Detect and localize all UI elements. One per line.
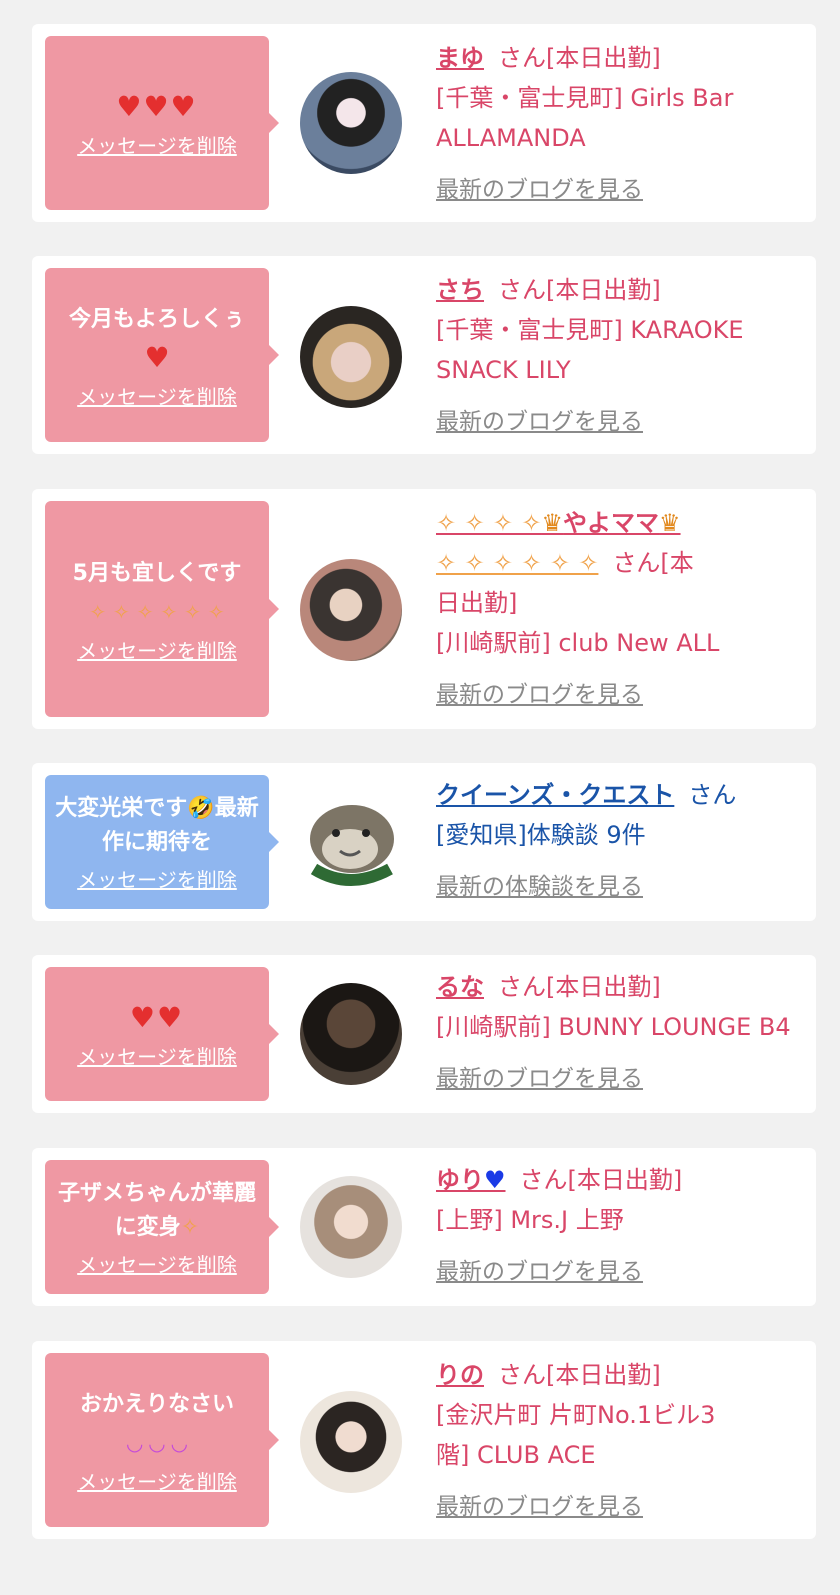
status-text: さん[本日出勤] xyxy=(519,1166,683,1194)
avatar[interactable] xyxy=(300,306,402,408)
status-text: さん[本日出勤] xyxy=(498,276,661,304)
cast-name-link[interactable]: ゆり♥ xyxy=(436,1166,506,1194)
latest-blog-link[interactable]: 最新のブログを見る xyxy=(436,402,643,436)
delete-message-button[interactable]: メッセージを削除 xyxy=(77,1041,237,1070)
profile-info: るな さん[本日出勤] [川崎駅前] BUNNY LOUNGE B4 最新のブログ… xyxy=(436,967,806,1093)
profile-info: ゆり♥ さん[本日出勤] [上野] Mrs.J 上野 最新のブログを見る xyxy=(436,1160,806,1286)
message-text: 大変光栄です🤣最新作に期待を xyxy=(55,795,259,855)
message-bubble: 子ザメちゃんが華麗に変身✧ メッセージを削除 xyxy=(45,1160,279,1294)
blue-heart-icon: ♥ xyxy=(484,1166,506,1194)
heart-icon: ♥ xyxy=(144,340,170,374)
crown-icon: ♛ xyxy=(541,509,564,537)
delete-message-button[interactable]: メッセージを削除 xyxy=(77,864,237,893)
latest-blog-link[interactable]: 最新のブログを見る xyxy=(436,1252,643,1286)
message-bubble: ♥♥ メッセージを削除 xyxy=(45,967,279,1101)
shop-location: [川崎駅前] BUNNY LOUNGE B4 xyxy=(436,1013,791,1041)
delete-message-button[interactable]: メッセージを削除 xyxy=(77,130,237,159)
message-card: 大変光栄です🤣最新作に期待を メッセージを削除 クイーンズ・クエスト さん [愛知… xyxy=(32,763,816,921)
profile-info: ✧ ✧ ✧ ✧♛やよママ♛ ✧ ✧ ✧ ✧ ✧ ✧ さん[本 日出勤] [川崎駅前… xyxy=(436,503,806,709)
message-text: 今月もよろしくぅ xyxy=(68,306,245,332)
avatar[interactable] xyxy=(300,983,402,1085)
crown-icon: ♛ xyxy=(659,509,681,537)
delete-message-button[interactable]: メッセージを削除 xyxy=(77,381,237,410)
message-text: 5月も宜しくです xyxy=(72,560,242,586)
status-text: さん[本日出勤] xyxy=(498,1361,661,1389)
shop-location: [千葉・富士見町] Girls Bar xyxy=(436,84,734,112)
message-bubble: ♥♥♥ メッセージを削除 xyxy=(45,36,279,210)
sparkle-icons: ✧ ✧ ✧ ✧ ✧ ✧ xyxy=(89,599,225,624)
shop-name: SNACK LILY xyxy=(436,356,571,384)
message-card: ♥♥♥ メッセージを削除 まゆ さん[本日出勤] [千葉・富士見町] Girls … xyxy=(32,24,816,222)
sparkle-icon: ✧ xyxy=(180,1214,200,1240)
heart-icons: ♥♥ xyxy=(129,1000,185,1034)
delete-message-button[interactable]: メッセージを削除 xyxy=(77,1249,237,1278)
shop-name: 階] CLUB ACE xyxy=(436,1441,596,1469)
profile-info: さち さん[本日出勤] [千葉・富士見町] KARAOKE SNACK LILY … xyxy=(436,270,806,436)
message-bubble: 大変光栄です🤣最新作に期待を メッセージを削除 xyxy=(45,775,279,909)
message-text: 子ザメちゃんが華麗に変身✧ xyxy=(53,1177,261,1245)
message-card: 5月も宜しくです ✧ ✧ ✧ ✧ ✧ ✧ メッセージを削除 ✧ ✧ ✧ ✧♛やよ… xyxy=(32,489,816,729)
latest-blog-link[interactable]: 最新のブログを見る xyxy=(436,1059,643,1093)
profile-info: まゆ さん[本日出勤] [千葉・富士見町] Girls Bar ALLAMANDA… xyxy=(436,38,806,204)
message-card: おかえりなさい ◡ ◡ ◡ メッセージを削除 りの さん[本日出勤] [金沢片町 … xyxy=(32,1341,816,1539)
shop-location: [金沢片町 片町No.1ビル3 xyxy=(436,1401,716,1429)
message-bubble: おかえりなさい ◡ ◡ ◡ メッセージを削除 xyxy=(45,1353,279,1527)
latest-blog-link[interactable]: 最新のブログを見る xyxy=(436,675,643,709)
message-bubble: 今月もよろしくぅ ♥ メッセージを削除 xyxy=(45,268,279,442)
status-text-cont: 日出勤] xyxy=(436,589,518,617)
profile-info: りの さん[本日出勤] [金沢片町 片町No.1ビル3 階] CLUB ACE 最… xyxy=(436,1355,806,1521)
cast-name-link[interactable]: ✧ ✧ ✧ ✧♛やよママ♛ xyxy=(436,509,681,537)
status-text: さん xyxy=(688,781,737,809)
avatar[interactable] xyxy=(300,559,402,661)
delete-message-button[interactable]: メッセージを削除 xyxy=(77,635,237,664)
status-text: さん[本 xyxy=(612,549,694,577)
shop-location: [愛知県]体験談 9件 xyxy=(436,821,646,849)
cast-name-link[interactable]: さち xyxy=(436,276,484,304)
avatar[interactable] xyxy=(300,791,402,893)
message-list: ♥♥♥ メッセージを削除 まゆ さん[本日出勤] [千葉・富士見町] Girls … xyxy=(0,0,840,1595)
message-card: 子ザメちゃんが華麗に変身✧ メッセージを削除 ゆり♥ さん[本日出勤] [上野] … xyxy=(32,1148,816,1306)
avatar[interactable] xyxy=(300,1176,402,1278)
sparkle-icons: ✧ ✧ ✧ ✧ xyxy=(436,509,542,537)
shop-location: [千葉・富士見町] KARAOKE xyxy=(436,316,744,344)
smile-icons: ◡ ◡ ◡ xyxy=(126,1430,188,1455)
heart-icons: ♥♥♥ xyxy=(116,89,198,123)
latest-blog-link[interactable]: 最新のブログを見る xyxy=(436,170,643,204)
message-bubble: 5月も宜しくです ✧ ✧ ✧ ✧ ✧ ✧ メッセージを削除 xyxy=(45,501,279,717)
shop-name: ALLAMANDA xyxy=(436,124,586,152)
cast-name-link[interactable]: まゆ xyxy=(436,44,484,72)
message-card: ♥♥ メッセージを削除 るな さん[本日出勤] [川崎駅前] BUNNY LOUN… xyxy=(32,955,816,1113)
status-text: さん[本日出勤] xyxy=(498,44,661,72)
shop-location: [川崎駅前] club New ALL xyxy=(436,629,720,657)
profile-info: クイーンズ・クエスト さん [愛知県]体験談 9件 最新の体験談を見る xyxy=(436,775,806,901)
status-text: さん[本日出勤] xyxy=(498,973,661,1001)
latest-review-link[interactable]: 最新の体験談を見る xyxy=(436,867,643,901)
shop-location: [上野] Mrs.J 上野 xyxy=(436,1206,624,1234)
cast-name-link[interactable]: りの xyxy=(436,1361,484,1389)
message-card: 今月もよろしくぅ ♥ メッセージを削除 さち さん[本日出勤] [千葉・富士見町]… xyxy=(32,256,816,454)
cast-name-link[interactable]: クイーンズ・クエスト xyxy=(436,781,674,809)
cast-name: ゆり xyxy=(436,1166,484,1194)
avatar[interactable] xyxy=(300,72,402,174)
cast-name: やよママ xyxy=(563,509,660,537)
delete-message-button[interactable]: メッセージを削除 xyxy=(77,1466,237,1495)
cast-name-link[interactable]: るな xyxy=(436,973,484,1001)
avatar[interactable] xyxy=(300,1391,402,1493)
message-text-body: 子ザメちゃんが華麗に変身 xyxy=(57,1180,256,1240)
sparkle-icons[interactable]: ✧ ✧ ✧ ✧ ✧ ✧ xyxy=(436,549,598,577)
message-text: おかえりなさい xyxy=(79,1391,234,1417)
latest-blog-link[interactable]: 最新のブログを見る xyxy=(436,1487,643,1521)
